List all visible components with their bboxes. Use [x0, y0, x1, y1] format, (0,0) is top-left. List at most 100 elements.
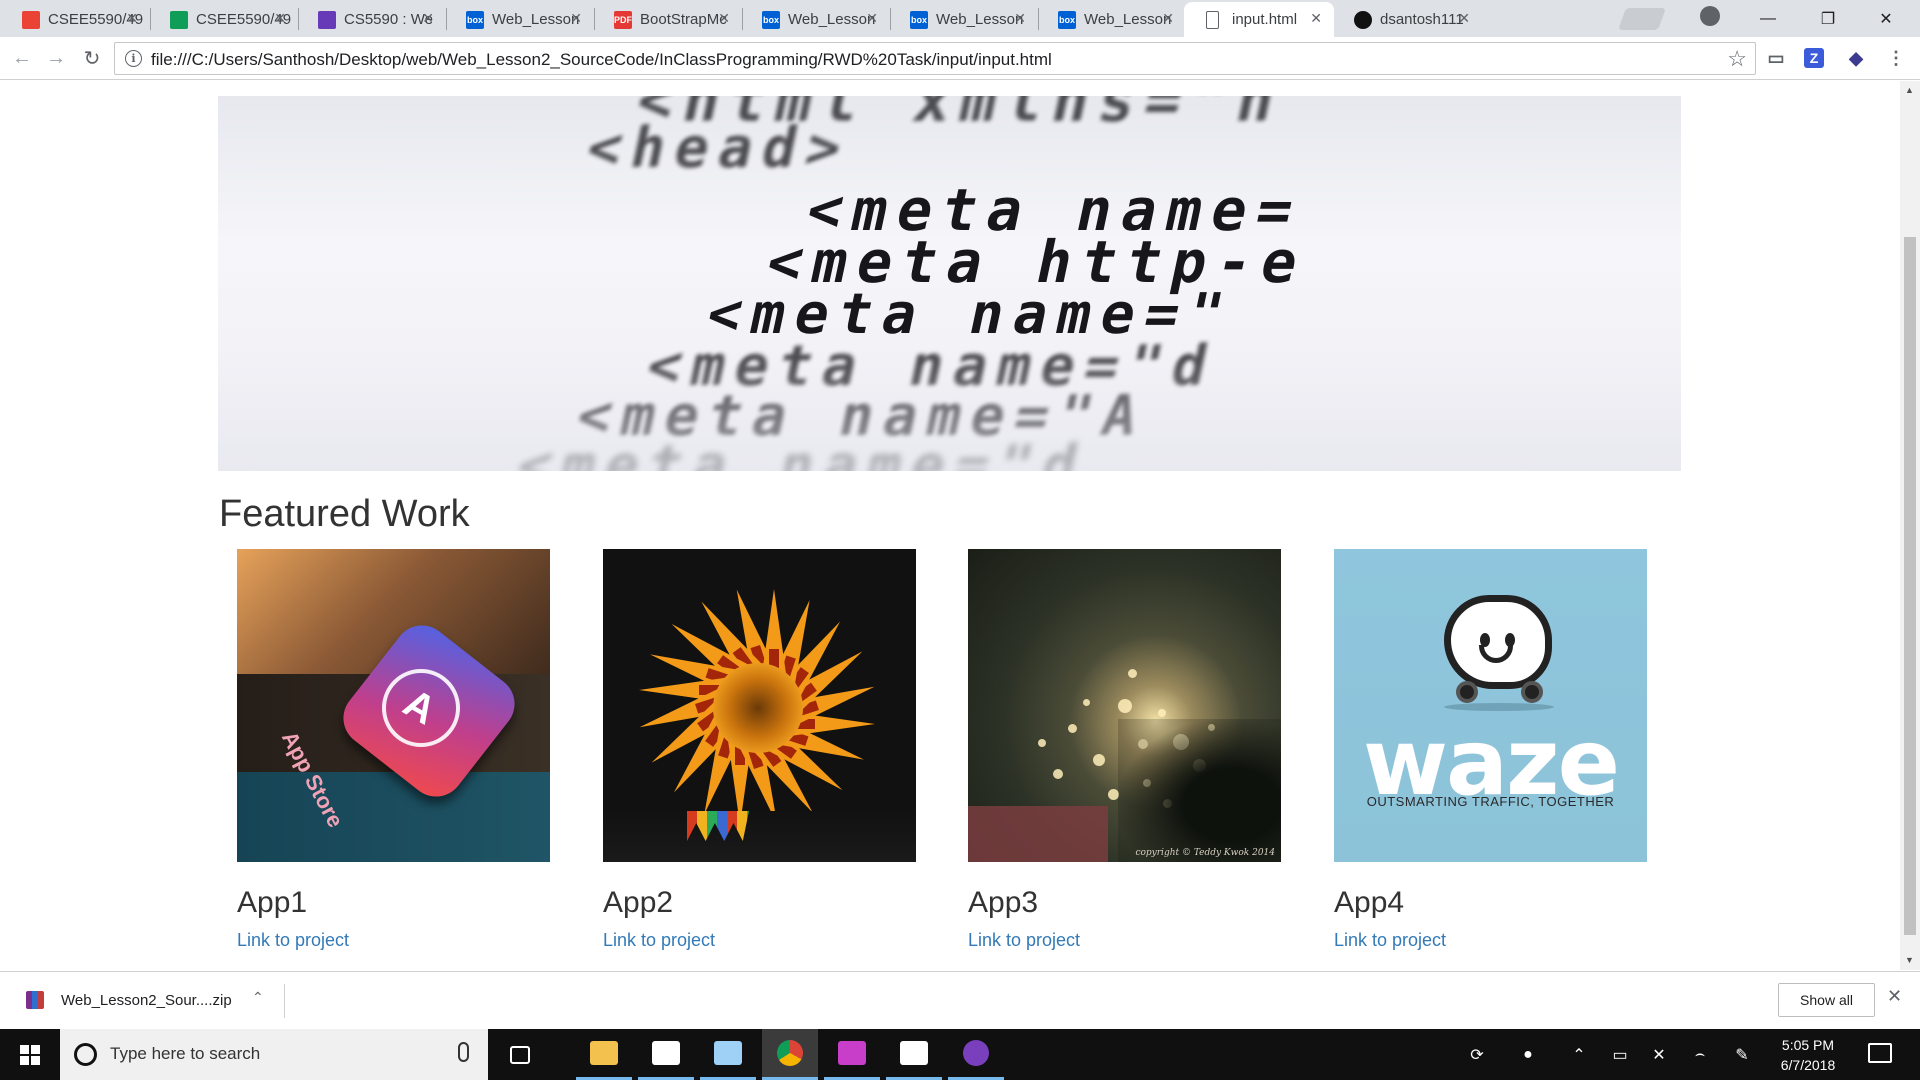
close-icon[interactable]: ✕ — [866, 10, 878, 27]
box-icon: box — [762, 11, 780, 29]
network-sync-icon[interactable]: ⟳ — [1452, 1029, 1502, 1080]
people-icon[interactable]: ● — [1505, 1029, 1551, 1080]
url-text[interactable]: file:///C:/Users/Santhosh/Desktop/web/We… — [151, 50, 1052, 70]
address-bar[interactable]: i file:///C:/Users/Santhosh/Desktop/web/… — [114, 42, 1756, 75]
reload-button[interactable]: ↻ — [78, 44, 106, 72]
winrar-archive-icon — [26, 991, 44, 1009]
taskbar-app-button[interactable] — [824, 1029, 880, 1080]
restore-icon[interactable]: ❐ — [1800, 0, 1856, 37]
bookmark-star-icon[interactable]: ☆ — [1727, 46, 1747, 72]
menu-icon[interactable]: ⋮ — [1884, 46, 1908, 70]
browser-tab[interactable]: PDF BootStrapMc ✕ — [592, 2, 742, 37]
browser-tab[interactable]: CSEE5590/49 ✕ — [0, 2, 150, 37]
browser-tab[interactable]: box Web_Lesson ✕ — [1036, 2, 1186, 37]
project-link[interactable]: Link to project — [237, 930, 349, 951]
browser-tab[interactable]: CSEE5590/49 ✕ — [148, 2, 298, 37]
browser-tab[interactable]: CS5590 : We ✕ — [296, 2, 446, 37]
project-thumbnail-app-store: A App Store — [237, 549, 550, 862]
chevron-up-icon[interactable]: ⌃ — [252, 989, 264, 1006]
task-view-icon — [510, 1045, 530, 1064]
tab-strip: CSEE5590/49 ✕ CSEE5590/49 ✕ CS5590 : We ✕ box W… — [0, 0, 1920, 37]
project-thumbnail-waze: waze OUTSMARTING TRAFFIC, TOGETHER — [1334, 549, 1647, 862]
browser-tab[interactable]: dsantosh111 ✕ — [1332, 2, 1482, 37]
waze-logo-icon — [1444, 595, 1552, 689]
show-all-button[interactable]: Show all — [1778, 983, 1875, 1017]
close-icon[interactable]: ✕ — [1887, 986, 1902, 1007]
bokeh-light — [1158, 709, 1166, 717]
windows-taskbar: Type here to search ⟳ ● ⌃ ▭ ✕ ⌢ ✎ 5:05 P… — [0, 1029, 1920, 1080]
browser-tab[interactable]: box Web_Lesson ✕ — [888, 2, 1038, 37]
wifi-icon[interactable]: ⌢ — [1680, 1029, 1720, 1080]
mail-icon — [900, 1041, 928, 1065]
close-icon[interactable]: ✕ — [1162, 10, 1174, 27]
project-thumbnail-bokeh: copyright © Teddy Kwok 2014 — [968, 549, 1281, 862]
action-center-icon[interactable] — [1868, 1043, 1892, 1063]
scroll-up-icon[interactable]: ▲ — [1905, 85, 1914, 95]
cast-icon[interactable]: ▭ — [1764, 46, 1788, 70]
taskbar-app-button[interactable] — [576, 1029, 632, 1080]
close-icon[interactable]: ✕ — [718, 10, 730, 27]
new-tab-button[interactable] — [1617, 8, 1667, 30]
waze-tagline: OUTSMARTING TRAFFIC, TOGETHER — [1366, 794, 1615, 809]
taskbar-app-button[interactable] — [948, 1029, 1004, 1080]
close-icon[interactable]: ✕ — [1310, 10, 1322, 27]
pen-workspace-icon[interactable]: ✎ — [1722, 1029, 1762, 1080]
project-link[interactable]: Link to project — [1334, 930, 1446, 951]
download-file-name[interactable]: Web_Lesson2_Sour....zip — [61, 992, 232, 1009]
bokeh-light — [1068, 724, 1077, 733]
box-icon: box — [1058, 11, 1076, 29]
forward-button[interactable]: → — [42, 44, 70, 72]
volume-muted-icon[interactable]: ✕ — [1640, 1029, 1678, 1080]
close-icon[interactable]: ✕ — [422, 10, 434, 27]
taskbar-app-button[interactable] — [638, 1029, 694, 1080]
taskbar-app-button[interactable] — [886, 1029, 942, 1080]
close-icon[interactable]: ✕ — [570, 10, 582, 27]
forms-icon — [318, 11, 336, 29]
chevron-up-tray-icon[interactable]: ⌃ — [1558, 1029, 1600, 1080]
taskbar-app-button[interactable] — [762, 1029, 818, 1080]
info-icon[interactable]: i — [125, 50, 142, 67]
scroll-down-icon[interactable]: ▼ — [1905, 955, 1914, 965]
scroll-thumb[interactable] — [1904, 237, 1916, 935]
close-window-icon[interactable]: ✕ — [1858, 0, 1914, 37]
extension-icon[interactable]: ◆ — [1844, 46, 1868, 70]
project-link[interactable]: Link to project — [603, 930, 715, 951]
browser-tab[interactable]: input.html ✕ — [1184, 2, 1334, 37]
start-button[interactable] — [0, 1029, 60, 1080]
download-item[interactable]: Web_Lesson2_Sour....zip ⌃ — [20, 984, 285, 1018]
project-thumbnail-flower — [603, 549, 916, 862]
back-button[interactable]: ← — [8, 44, 36, 72]
store-icon — [652, 1041, 680, 1065]
browser-tab[interactable]: box Web_Lesson ✕ — [444, 2, 594, 37]
vertical-scrollbar[interactable]: ▲ ▼ — [1900, 81, 1920, 970]
taskbar-app-button[interactable] — [700, 1029, 756, 1080]
system-clock[interactable]: 5:05 PM 6/7/2018 — [1766, 1035, 1850, 1075]
battery-icon[interactable]: ▭ — [1602, 1029, 1638, 1080]
project-link[interactable]: Link to project — [968, 930, 1080, 951]
hero-code-line: <meta name= — [800, 176, 1310, 244]
flower-center — [713, 663, 803, 753]
windows-logo-icon — [20, 1044, 40, 1065]
browser-tab[interactable]: box Web_Lesson ✕ — [740, 2, 890, 37]
search-placeholder[interactable]: Type here to search — [110, 1044, 260, 1064]
sheets-icon — [170, 11, 188, 29]
taskbar-app-button[interactable] — [492, 1029, 548, 1080]
taskbar-search[interactable]: Type here to search — [60, 1029, 488, 1080]
project-card: A App Store App1 Link to project — [237, 549, 550, 950]
close-icon[interactable]: ✕ — [1014, 10, 1026, 27]
github-icon — [1354, 11, 1372, 29]
clock-time: 5:05 PM — [1781, 1037, 1835, 1053]
project-title: App1 — [237, 886, 308, 919]
profile-icon[interactable] — [1700, 6, 1720, 26]
zotero-icon[interactable]: Z — [1804, 48, 1824, 68]
close-icon[interactable]: ✕ — [126, 10, 138, 27]
section-title: Featured Work — [219, 493, 470, 535]
close-icon[interactable]: ✕ — [274, 10, 286, 27]
photo-copyright: copyright © Teddy Kwok 2014 — [1135, 848, 1275, 858]
close-icon[interactable]: ✕ — [1458, 10, 1470, 27]
project-title: App4 — [1334, 886, 1405, 919]
github-desktop-icon — [963, 1040, 989, 1066]
microphone-icon[interactable] — [458, 1042, 469, 1062]
minimize-icon[interactable]: — — [1740, 0, 1796, 37]
bokeh-light — [1128, 669, 1137, 678]
